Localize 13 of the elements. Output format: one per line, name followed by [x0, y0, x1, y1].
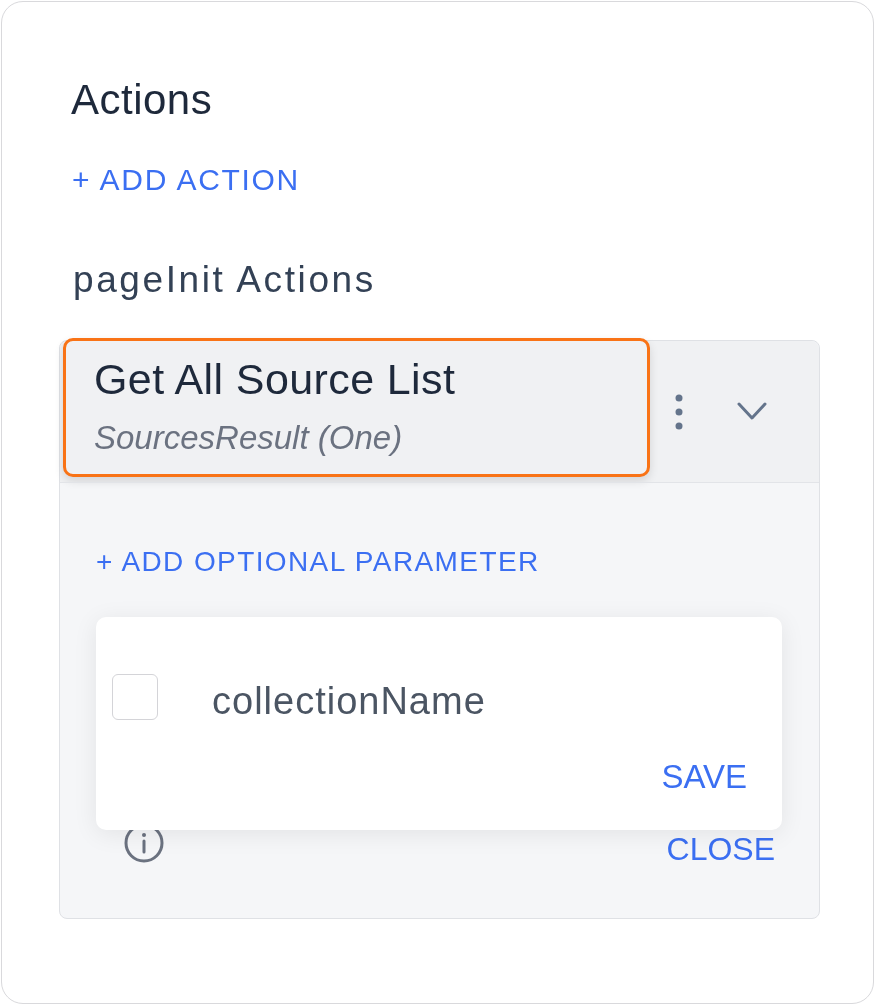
chevron-icon[interactable] [737, 402, 767, 421]
close-button[interactable]: CLOSE [666, 829, 775, 869]
add-parameter-button[interactable]: + ADD OPTIONAL PARAMETER [96, 545, 540, 579]
action-summary[interactable]: Get All Source List SourcesResult (One) [63, 338, 650, 477]
parameter-name: collectionName [212, 679, 486, 724]
more-options-icon[interactable] [675, 394, 683, 430]
group-title: pageInit Actions [73, 259, 376, 301]
save-button[interactable]: SAVE [661, 757, 747, 797]
action-name: Get All Source List [94, 355, 457, 404]
checkbox[interactable] [112, 674, 158, 720]
action-result-type: SourcesResult (One) [94, 418, 404, 458]
section-title: Actions [71, 81, 213, 119]
add-action-button[interactable]: + ADD ACTION [72, 163, 300, 197]
